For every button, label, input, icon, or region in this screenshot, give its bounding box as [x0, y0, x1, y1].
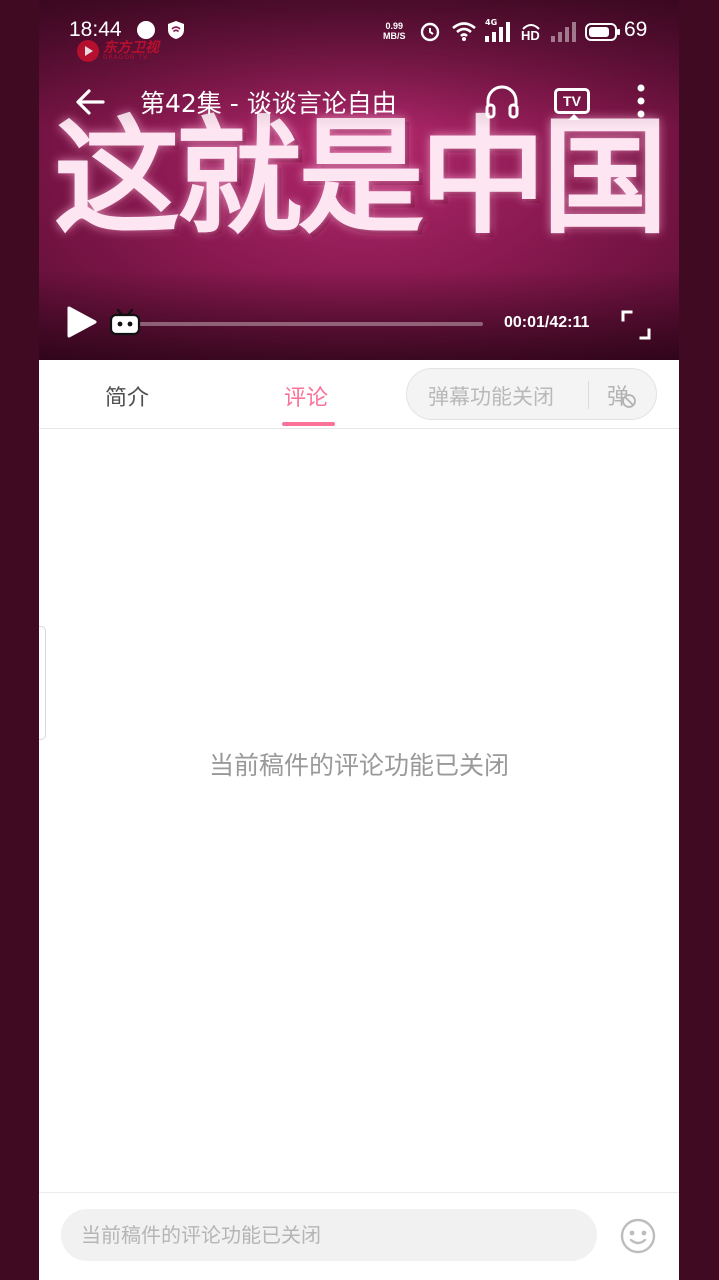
- back-arrow-icon[interactable]: [69, 80, 113, 124]
- time-readout: 00:01/42:11: [504, 314, 590, 331]
- tab-active-indicator: [282, 422, 335, 426]
- tv-mascot-icon[interactable]: [109, 308, 141, 336]
- comment-input[interactable]: 当前稿件的评论功能已关闭: [61, 1209, 597, 1261]
- app-screen: 这就是中国 东方卫视 DRAGON TV 18:44 0.99 MB/S 4G …: [39, 0, 679, 1280]
- side-drawer-handle[interactable]: [39, 626, 46, 740]
- progress-bar[interactable]: [139, 322, 483, 326]
- audio-only-button[interactable]: [479, 78, 525, 124]
- tab-intro[interactable]: 简介: [105, 380, 149, 412]
- play-icon[interactable]: [61, 302, 101, 342]
- net-speed-unit: MB/S: [383, 31, 406, 41]
- headphones-icon: [485, 85, 519, 119]
- signal-hd-label: HD: [521, 28, 540, 43]
- battery-level: 69: [624, 18, 648, 41]
- wifi-icon: [452, 22, 476, 41]
- video-title: 第42集 - 谈谈言论自由: [140, 89, 397, 118]
- net-speed: 0.99 MB/S: [383, 21, 406, 41]
- more-vertical-icon: [637, 84, 645, 118]
- tab-comments[interactable]: 评论: [284, 380, 328, 412]
- danmaku-off-icon[interactable]: 弹: [607, 379, 641, 413]
- comment-bar: 当前稿件的评论功能已关闭: [39, 1192, 679, 1280]
- signal-bars-weak-icon: [551, 22, 576, 42]
- danmaku-input-pill[interactable]: 弹幕功能关闭 弹: [406, 368, 657, 420]
- fullscreen-icon[interactable]: [619, 308, 653, 342]
- video-player[interactable]: 这就是中国 东方卫视 DRAGON TV 18:44 0.99 MB/S 4G …: [39, 0, 679, 360]
- danmaku-status-label: 弹幕功能关闭: [428, 385, 554, 409]
- no-entry-icon: [622, 394, 636, 408]
- comments-disabled-message: 当前稿件的评论功能已关闭: [208, 751, 509, 780]
- danmaku-divider: [588, 381, 589, 409]
- notification-dot-icon: [137, 21, 155, 39]
- emoji-icon[interactable]: [619, 1217, 657, 1255]
- shield-icon: [168, 21, 184, 39]
- alarm-icon: [420, 22, 440, 42]
- tv-cast-button[interactable]: TV: [549, 78, 595, 124]
- status-time: 18:44: [69, 18, 122, 41]
- more-button[interactable]: [621, 78, 661, 124]
- battery-icon: [585, 23, 620, 41]
- net-speed-value: 0.99: [385, 21, 404, 31]
- status-bar: 18:44 0.99 MB/S 4G HD 69: [39, 0, 679, 62]
- signal-bars-icon: [485, 22, 510, 42]
- tv-cast-icon: TV: [554, 88, 590, 120]
